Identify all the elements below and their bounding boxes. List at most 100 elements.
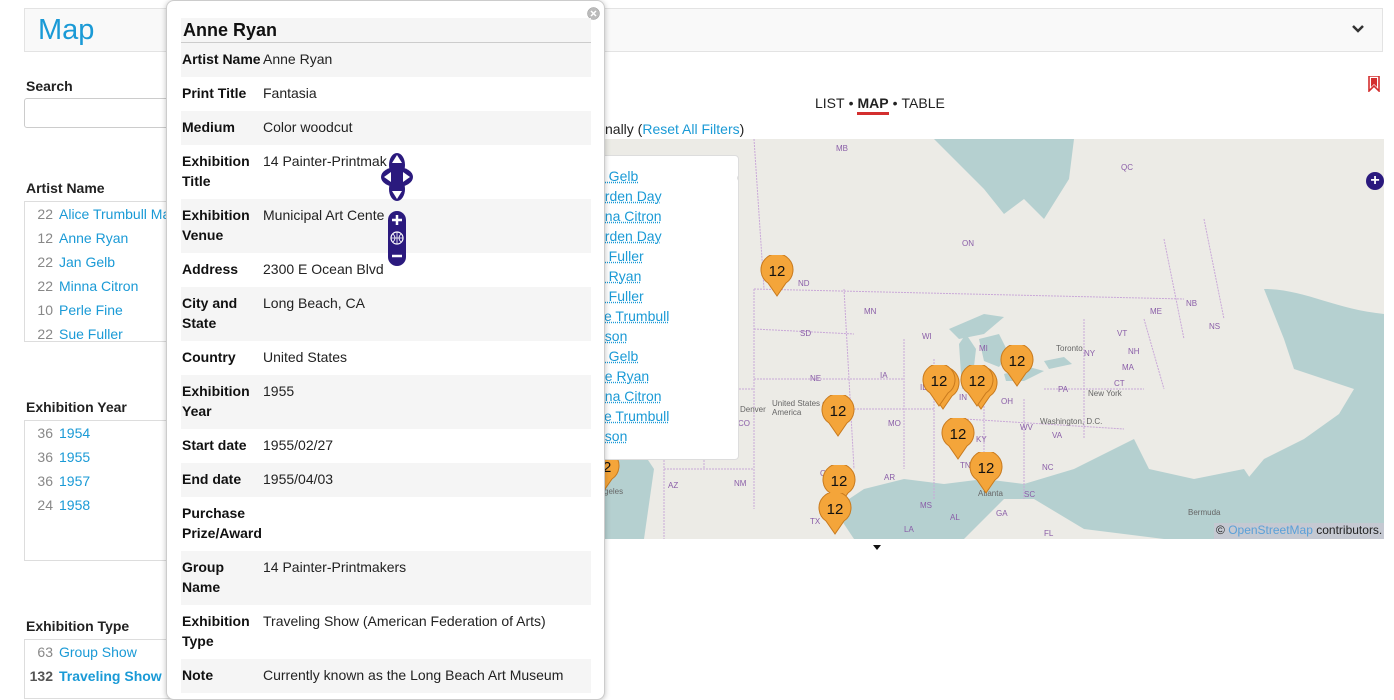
map-label: MO xyxy=(888,419,901,428)
popup-title: Anne Ryan xyxy=(181,18,591,43)
cluster-entry-link[interactable]: ne Ryan xyxy=(597,366,669,386)
detail-row: Start date 1955/02/27 xyxy=(182,437,334,453)
facet-item-group-show[interactable]: 63 Group Show xyxy=(25,640,173,664)
cluster-entry-link[interactable]: nna Citron xyxy=(597,386,669,406)
cluster-entry-link[interactable]: nna Citron xyxy=(597,206,669,226)
caret-down-icon[interactable] xyxy=(872,545,882,551)
map-cluster-marker[interactable]: 12 xyxy=(760,255,794,297)
map-label: CO xyxy=(738,419,750,428)
map-cluster-marker[interactable]: 12 xyxy=(821,395,855,437)
map-pan-icon[interactable] xyxy=(379,151,415,203)
view-list-link[interactable]: LIST xyxy=(815,95,845,111)
artist-facet-list: 22 Alice Trumbull Ma 12 Anne Ryan 22 Jan Ge… xyxy=(24,201,174,342)
detail-row: Artist Name Anne Ryan xyxy=(181,43,591,77)
map-label: NC xyxy=(1042,463,1054,472)
map-city-label: Washington, D.C. xyxy=(1040,417,1103,426)
cluster-entry-link[interactable]: orden Day xyxy=(597,186,669,206)
map-label: NE xyxy=(810,374,822,383)
cluster-entry-link[interactable]: orden Day xyxy=(597,226,669,246)
map-label: AR xyxy=(884,473,896,482)
map-label: AZ xyxy=(668,481,679,490)
facet-item-sue-fuller[interactable]: 22 Sue Fuller xyxy=(25,322,173,341)
map-label: NH xyxy=(1128,347,1140,356)
map-label: KY xyxy=(976,435,987,444)
facet-item-traveling-show[interactable]: 132 Traveling Show xyxy=(25,664,173,688)
map-label: VA xyxy=(1052,431,1063,440)
detail-table: Artist Name Anne Ryan Print Title Fantasia… xyxy=(181,43,591,693)
reset-filters-link[interactable]: Reset All Filters xyxy=(642,121,739,137)
map-label: FL xyxy=(1044,529,1054,538)
map-cluster-marker[interactable]: 12 xyxy=(922,365,956,407)
cluster-entry-link[interactable]: e Ryan xyxy=(597,266,669,286)
detail-row: Print Title Fantasia xyxy=(182,85,317,101)
filter-status: nally (Reset All Filters) xyxy=(605,121,745,137)
facet-item-alice-trumbull[interactable]: 22 Alice Trumbull Ma xyxy=(25,202,173,226)
map-label: WV xyxy=(1020,423,1033,432)
map-label: IA xyxy=(880,371,888,380)
facet-item-1954[interactable]: 36 1954 xyxy=(25,421,173,445)
osm-link[interactable]: OpenStreetMap xyxy=(1228,523,1313,537)
map-cluster-marker[interactable]: 12 xyxy=(960,365,994,407)
cluster-entry-link[interactable]: ason xyxy=(597,326,669,346)
map-city-label: Denver xyxy=(740,405,766,414)
map-label: NB xyxy=(1186,299,1198,308)
map-label: MI xyxy=(979,344,988,353)
facet-item-minna-citron[interactable]: 22 Minna Citron xyxy=(25,274,173,298)
map-label: CT xyxy=(1114,379,1125,388)
map-city-label: New York xyxy=(1088,389,1122,398)
cluster-list-popup: n Gelb orden Day nna Citron orden Day e … xyxy=(596,155,739,460)
artist-facet-label: Artist Name xyxy=(26,180,105,196)
map-label: NS xyxy=(1209,322,1221,331)
cluster-entry-link[interactable]: ce Trumbull xyxy=(597,306,669,326)
detail-row: Exhibition Year 1955 xyxy=(181,375,591,429)
map-label: NM xyxy=(734,479,747,488)
map-label: SC xyxy=(1024,490,1036,499)
record-detail-popup: Anne Ryan Artist Name Anne Ryan Print Tit… xyxy=(166,0,605,700)
map-cluster-marker[interactable]: 12 xyxy=(818,493,852,535)
type-facet-label: Exhibition Type xyxy=(26,618,130,634)
map-label: MS xyxy=(920,501,932,510)
map-label: QC xyxy=(1121,163,1133,172)
cluster-entry-link[interactable]: e Fuller xyxy=(597,286,669,306)
facet-item-perle-fine[interactable]: 10 Perle Fine xyxy=(25,298,173,322)
map-label: SD xyxy=(800,329,812,338)
detail-row: Group Name 14 Painter-Printmakers xyxy=(181,551,591,605)
bookmark-icon[interactable] xyxy=(1368,76,1380,92)
cluster-entry-link[interactable]: e Fuller xyxy=(597,246,669,266)
facet-item-anne-ryan[interactable]: 12 Anne Ryan xyxy=(25,226,173,250)
detail-row: City and State Long Beach, CA xyxy=(181,287,591,341)
view-table-link[interactable]: TABLE xyxy=(902,95,945,111)
page-title: Map xyxy=(38,14,95,46)
map-attribution: © OpenStreetMap contributors. xyxy=(1214,523,1384,539)
cluster-entry-link[interactable]: ason xyxy=(597,426,669,446)
map-zoom-icon[interactable] xyxy=(388,211,406,266)
cluster-entries: n Gelb orden Day nna Citron orden Day e … xyxy=(597,166,669,446)
facet-item-jan-gelb[interactable]: 22 Jan Gelb xyxy=(25,250,173,274)
map-cluster-marker[interactable]: 12 xyxy=(969,452,1003,494)
detail-row: Note Currently known as the Long Beach Ar… xyxy=(181,659,591,693)
map-label: LA xyxy=(904,525,914,534)
search-input[interactable] xyxy=(24,98,184,128)
detail-row: Exhibition Venue Municipal Art Cente xyxy=(181,199,591,253)
cluster-entry-link[interactable]: n Gelb xyxy=(597,346,669,366)
year-facet-list: 36 1954 36 1955 36 1957 24 1958 xyxy=(24,420,174,561)
search-label: Search xyxy=(26,78,73,94)
detail-row: Purchase Prize/Award xyxy=(182,505,262,541)
cluster-entry-link[interactable]: n Gelb xyxy=(597,166,669,186)
detail-row: Address 2300 E Ocean Blvd xyxy=(182,261,384,277)
year-facet-label: Exhibition Year xyxy=(26,399,127,415)
map-cluster-marker[interactable]: 12 xyxy=(1000,345,1034,387)
facet-item-1957[interactable]: 36 1957 xyxy=(25,469,173,493)
cluster-entry-link[interactable]: ce Trumbull xyxy=(597,406,669,426)
map-label: ME xyxy=(1150,307,1162,316)
map-label: OH xyxy=(1001,397,1013,406)
close-icon[interactable] xyxy=(737,172,739,184)
facet-item-1958[interactable]: 24 1958 xyxy=(25,493,173,517)
chevron-down-icon[interactable] xyxy=(1348,19,1368,39)
facet-item-1955[interactable]: 36 1955 xyxy=(25,445,173,469)
map-city-label: Toronto xyxy=(1056,344,1083,353)
map-label: AL xyxy=(950,513,960,522)
map-label: ON xyxy=(962,239,974,248)
layer-switcher-plus-icon[interactable]: + xyxy=(1366,172,1384,190)
view-map-link[interactable]: MAP xyxy=(857,95,889,115)
